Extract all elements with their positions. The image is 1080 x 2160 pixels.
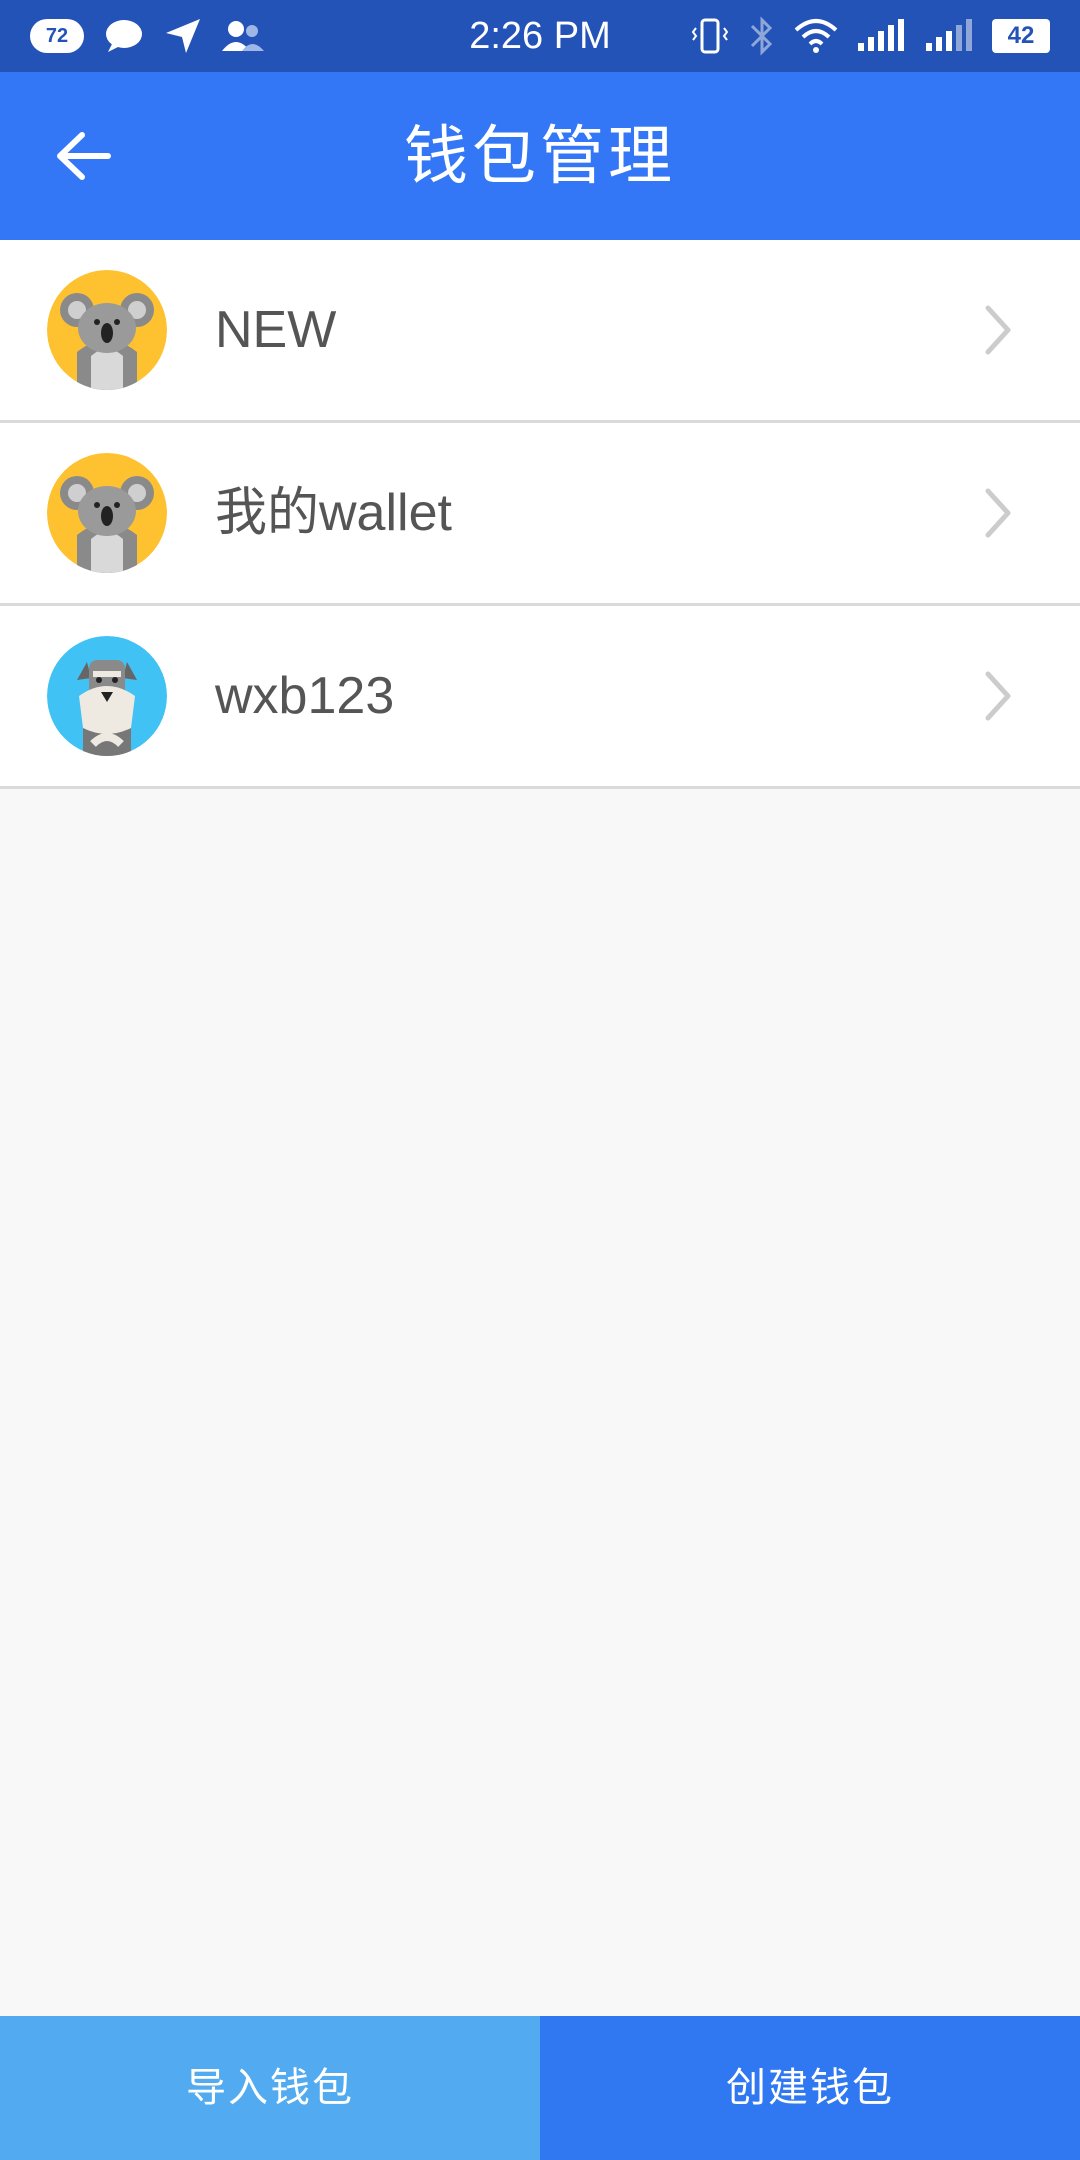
create-wallet-button[interactable]: 创建钱包	[540, 2016, 1080, 2160]
page-title: 钱包管理	[404, 120, 676, 192]
wallet-name: wxb123	[215, 667, 395, 725]
import-wallet-button[interactable]: 导入钱包	[0, 2016, 540, 2160]
koala-icon	[47, 453, 167, 573]
chevron-right-icon	[985, 671, 1011, 721]
app-bar: 钱包管理	[0, 72, 1080, 240]
status-right-icons: 42	[690, 0, 1050, 72]
bluetooth-icon	[750, 16, 773, 56]
chevron-right-icon	[985, 488, 1011, 538]
wallet-item[interactable]: NEW	[0, 240, 1080, 423]
wallet-name: NEW	[215, 301, 337, 359]
signal-icon	[858, 19, 904, 51]
vibrate-icon	[691, 18, 729, 54]
bottom-action-bar: 导入钱包 创建钱包	[0, 2016, 1080, 2160]
wallet-list: NEW 我的wallet wxb123	[0, 240, 1080, 789]
wallet-name: 我的wallet	[215, 484, 452, 542]
koala-avatar	[47, 453, 167, 573]
koala-avatar	[47, 270, 167, 390]
wallet-item[interactable]: 我的wallet	[0, 423, 1080, 606]
status-bar: 72 2:26 PM 42	[0, 0, 1080, 72]
dog-avatar	[47, 636, 167, 756]
dog-icon	[47, 636, 167, 756]
wifi-icon	[794, 19, 838, 53]
battery-icon: 42	[992, 19, 1050, 53]
chevron-right-icon	[985, 305, 1011, 355]
wallet-item[interactable]: wxb123	[0, 606, 1080, 789]
signal-weak-icon	[926, 19, 972, 51]
koala-icon	[47, 270, 167, 390]
